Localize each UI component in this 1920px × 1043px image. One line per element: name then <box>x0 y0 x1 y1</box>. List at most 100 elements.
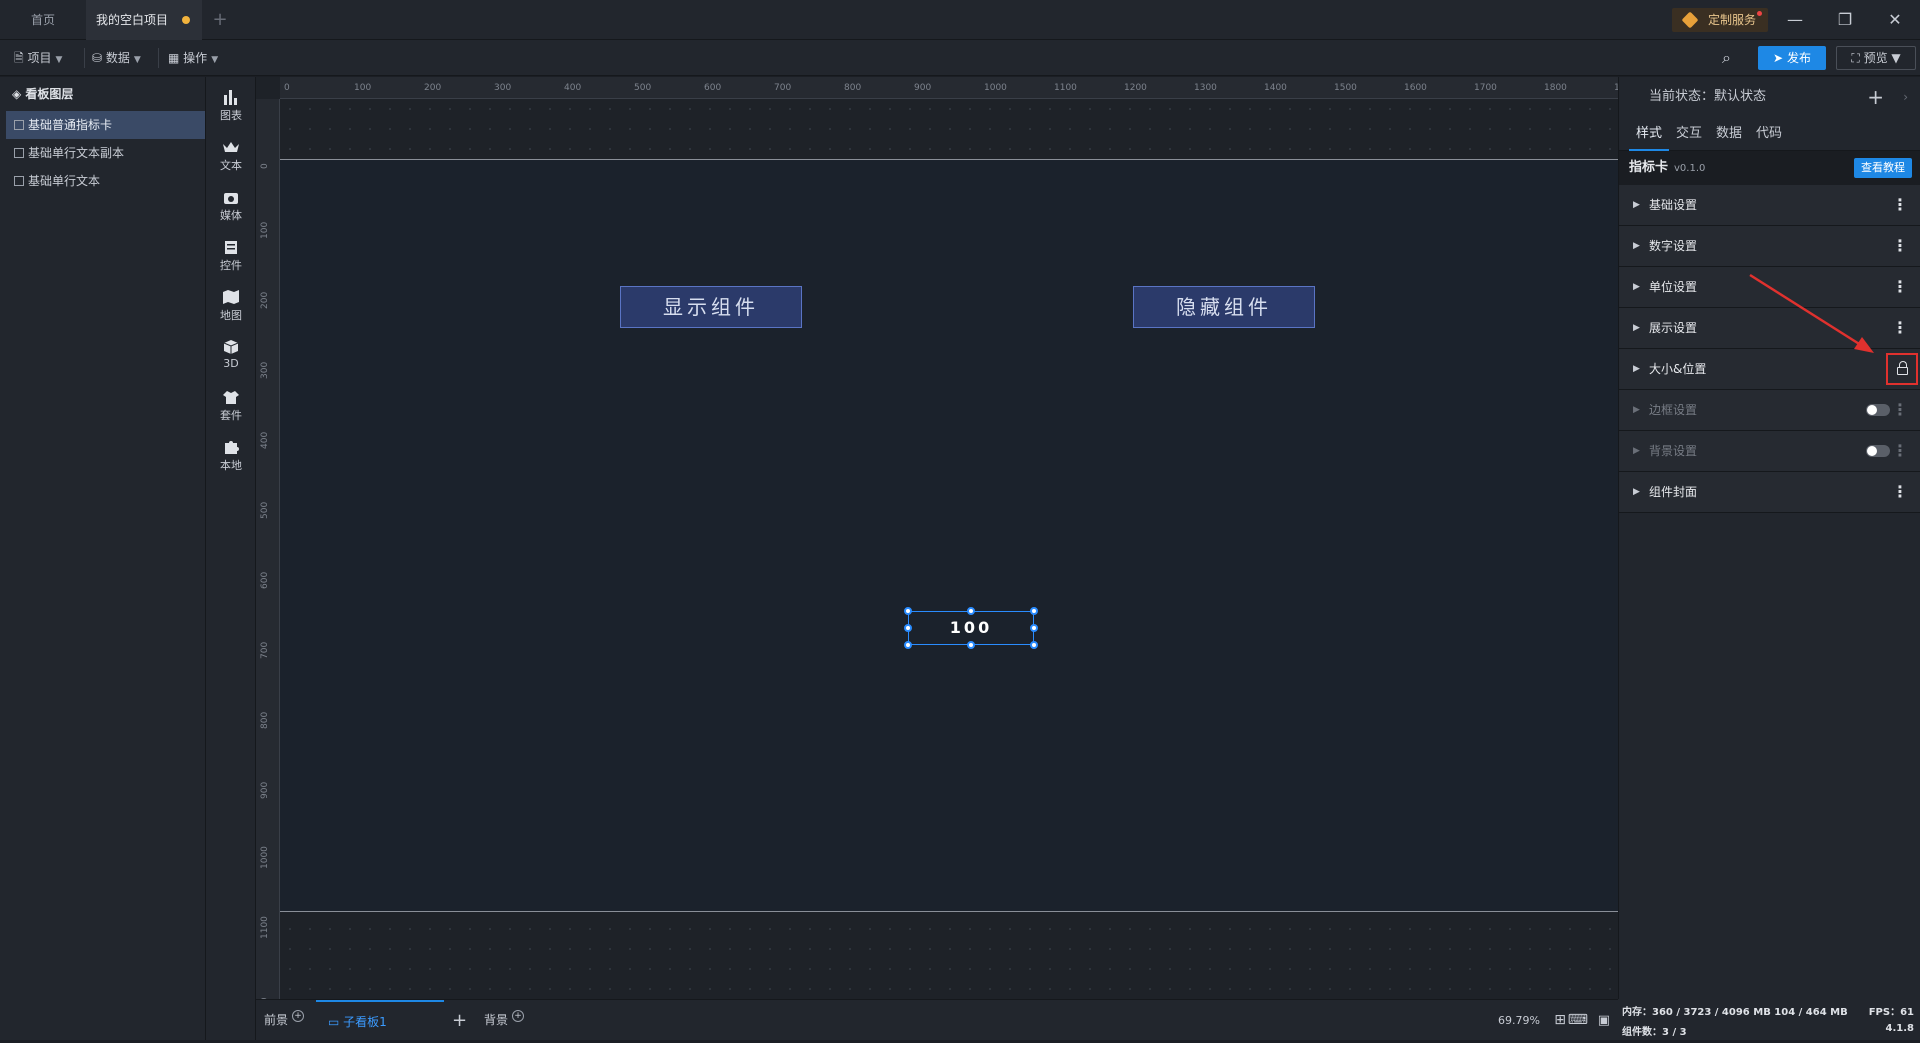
settings-section[interactable]: ▶ 组件封面 ⋮ <box>1619 472 1920 513</box>
component-text[interactable]: 文本 <box>206 133 256 183</box>
fps-status: FPS：61 <box>1868 1007 1914 1018</box>
ruler-tick-label: 1400 <box>1264 83 1287 93</box>
toggle-switch[interactable] <box>1866 445 1890 457</box>
canvas-area[interactable]: 0 100 200 300 400 500 600 700 800 900 1000 1100 1200… <box>256 77 1618 999</box>
keyboard-icon[interactable]: ⌨ <box>1568 1000 1588 1041</box>
component-sidebar: 图表 文本 媒体 控件 地图 3D 套件 本地 <box>206 77 256 1040</box>
project-menu[interactable]: 🗎 项目 ▼ <box>14 40 62 76</box>
resize-handle[interactable] <box>1030 607 1038 615</box>
layers-icon: ◈ <box>12 87 22 101</box>
component-control[interactable]: 控件 <box>206 233 256 283</box>
current-state-label: 当前状态：默认状态 <box>1649 89 1767 104</box>
resize-handle[interactable] <box>967 641 975 649</box>
section-label: 展示设置 <box>1649 321 1698 335</box>
lock-icon[interactable] <box>1886 353 1918 385</box>
publish-button[interactable]: ➤ 发布 <box>1758 46 1826 70</box>
terminal-icon[interactable]: ▣ <box>1598 1000 1610 1041</box>
chevron-right-icon[interactable]: › <box>1903 77 1908 117</box>
ruler-tick-label: 1200 <box>1124 83 1147 93</box>
unsaved-dot-icon <box>182 16 190 24</box>
add-board-button[interactable]: + <box>452 1000 467 1041</box>
tab-background[interactable]: 背景 + <box>484 1000 525 1041</box>
toggle-switch[interactable] <box>1866 404 1890 416</box>
section-label: 单位设置 <box>1649 280 1698 294</box>
component-chart[interactable]: 图表 <box>206 83 256 133</box>
tab-style[interactable]: 样式 <box>1629 117 1669 151</box>
data-menu[interactable]: ⛁ 数据 ▼ <box>92 40 141 76</box>
ruler-tick-label: 900 <box>260 781 270 799</box>
fit-screen-icon[interactable]: ⊞ <box>1554 1000 1566 1041</box>
component-media[interactable]: 媒体 <box>206 183 256 233</box>
dashboard-board[interactable]: 显示组件 隐藏组件 100 <box>280 159 1618 912</box>
resize-handle[interactable] <box>904 607 912 615</box>
restore-icon[interactable]: ❐ <box>1822 0 1868 40</box>
more-options-icon[interactable]: ⋮ <box>1892 472 1908 512</box>
tab-home[interactable]: 首页 <box>0 0 86 40</box>
more-options-icon[interactable]: ⋮ <box>1892 185 1908 225</box>
component-local[interactable]: 本地 <box>206 433 256 483</box>
data-menu-label: 数据 <box>105 51 130 65</box>
ruler-tick-label: 1700 <box>1474 83 1497 93</box>
more-options-icon[interactable]: ⋮ <box>1892 431 1908 471</box>
operate-menu[interactable]: ▦ 操作 ▼ <box>168 40 218 76</box>
component-label: 套件 <box>220 409 242 422</box>
show-component-button[interactable]: 显示组件 <box>620 286 802 328</box>
zoom-level[interactable]: 69.79% <box>1498 1000 1540 1041</box>
layer-item[interactable]: 基础单行文本副本 <box>6 139 205 167</box>
search-icon[interactable]: ⌕ <box>1722 40 1731 76</box>
tab-data[interactable]: 数据 <box>1709 117 1749 151</box>
settings-section[interactable]: ▶ 数字设置 ⋮ <box>1619 226 1920 267</box>
metric-card[interactable]: 100 <box>908 611 1034 645</box>
custom-service-button[interactable]: 定制服务 <box>1672 8 1768 32</box>
resize-handle[interactable] <box>1030 641 1038 649</box>
resize-handle[interactable] <box>904 641 912 649</box>
state-row: 当前状态：默认状态 + › <box>1619 77 1920 117</box>
settings-section[interactable]: ▶ 大小&位置 <box>1619 349 1920 390</box>
tab-interaction[interactable]: 交互 <box>1669 117 1709 151</box>
component-count: 组件数：3 / 3 <box>1622 1027 1687 1038</box>
caret-right-icon: ▶ <box>1633 405 1640 415</box>
add-circle-icon[interactable]: + <box>292 1010 305 1022</box>
tab-project[interactable]: 我的空白项目 <box>86 0 202 40</box>
layer-item-label: 基础单行文本副本 <box>28 146 125 160</box>
component-map[interactable]: 地图 <box>206 283 256 333</box>
preview-button[interactable]: ⛶ 预览 ▼ <box>1836 46 1916 70</box>
resize-handle[interactable] <box>904 624 912 632</box>
resize-handle[interactable] <box>1030 624 1038 632</box>
component-label: 图表 <box>220 109 242 122</box>
add-circle-icon[interactable]: + <box>512 1010 525 1022</box>
caret-right-icon: ▶ <box>1633 282 1640 292</box>
settings-section[interactable]: ▶ 边框设置 ⋮ <box>1619 390 1920 431</box>
settings-section[interactable]: ▶ 背景设置 ⋮ <box>1619 431 1920 472</box>
caret-right-icon: ▶ <box>1633 446 1640 456</box>
resize-handle[interactable] <box>967 607 975 615</box>
add-tab-button[interactable]: + <box>210 0 230 40</box>
more-options-icon[interactable]: ⋮ <box>1892 390 1908 430</box>
ruler-tick-label: 400 <box>564 83 582 93</box>
component-suite[interactable]: 套件 <box>206 383 256 433</box>
ruler-tick-label: 700 <box>260 641 270 659</box>
minimize-icon[interactable]: — <box>1772 0 1818 40</box>
component-3d[interactable]: 3D <box>206 333 256 383</box>
ruler-tick-label: 300 <box>494 83 512 93</box>
tab-sub-board[interactable]: ▭ 子看板1 <box>316 1000 444 1041</box>
tab-code[interactable]: 代码 <box>1749 117 1789 151</box>
layer-item[interactable]: 基础普通指标卡 <box>6 111 205 139</box>
view-tutorial-button[interactable]: 查看教程 <box>1854 158 1912 178</box>
component-label: 3D <box>223 357 239 370</box>
hide-component-button[interactable]: 隐藏组件 <box>1133 286 1315 328</box>
more-options-icon[interactable]: ⋮ <box>1892 267 1908 307</box>
preview-label: 预览 <box>1863 51 1888 65</box>
settings-section[interactable]: ▶ 基础设置 ⋮ <box>1619 185 1920 226</box>
properties-panel: 当前状态：默认状态 + › 样式 交互 数据 代码 指标卡 v0.1.0 查看教程… <box>1618 77 1920 999</box>
section-label: 组件封面 <box>1649 485 1698 499</box>
add-state-icon[interactable]: + <box>1867 77 1884 117</box>
layer-item[interactable]: 基础单行文本 <box>6 167 205 195</box>
tab-foreground[interactable]: 前景 + <box>264 1000 305 1041</box>
text-layer-icon <box>14 176 24 186</box>
toolbar: 🗎 项目 ▼ ⛁ 数据 ▼ ▦ 操作 ▼ ⌕ ➤ 发布 ⛶ 预览 ▼ <box>0 40 1920 76</box>
more-options-icon[interactable]: ⋮ <box>1892 308 1908 348</box>
layers-title: ◈ 看板图层 <box>0 77 205 111</box>
close-icon[interactable]: ✕ <box>1872 0 1918 40</box>
more-options-icon[interactable]: ⋮ <box>1892 226 1908 266</box>
